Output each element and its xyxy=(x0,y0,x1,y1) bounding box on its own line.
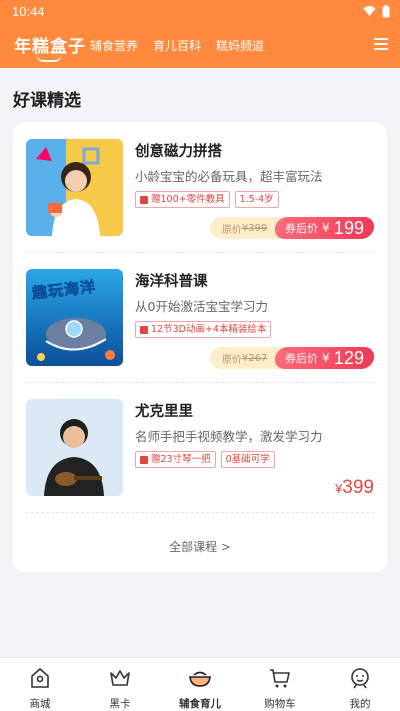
course-thumbnail xyxy=(26,399,123,496)
tab-mall[interactable]: 商城 xyxy=(0,658,80,711)
status-time: 10:44 xyxy=(12,4,45,19)
course-title: 海洋科普课 xyxy=(135,274,208,290)
course-title: 尤克里里 xyxy=(135,404,193,420)
course-description: 小龄宝宝的必备玩具，超丰富玩法 xyxy=(135,169,323,184)
tab-cart[interactable]: 购物车 xyxy=(240,658,320,711)
wifi-icon xyxy=(363,6,376,16)
tab-nutrition[interactable]: 辅食育儿 xyxy=(160,658,240,711)
course-item[interactable]: 创意磁力拼搭 小龄宝宝的必备玩具，超丰富玩法 赠100+零件教具 1.5-4岁 … xyxy=(13,122,387,252)
price-box[interactable]: 原价 ¥267 券后价 ¥ 129 xyxy=(209,347,376,369)
section-title: 好课精选 xyxy=(13,91,81,111)
gift-icon xyxy=(140,325,148,334)
crown-icon xyxy=(110,670,130,686)
gift-icon xyxy=(140,455,148,464)
top-nav: 辅食营养 育儿百科 糕妈频道 xyxy=(90,37,264,54)
app-logo[interactable]: 年糕盒子 xyxy=(14,32,86,62)
app-header: 年糕盒子 辅食营养 育儿百科 糕妈频道 xyxy=(0,24,400,68)
coupon-price: 券后价 ¥ 129 xyxy=(273,347,376,369)
course-tag: 赠23寸琴一把 xyxy=(135,451,216,468)
course-card: 创意磁力拼搭 小龄宝宝的必备玩具，超丰富玩法 赠100+零件教具 1.5-4岁 … xyxy=(13,122,387,572)
tab-profile[interactable]: 我的 xyxy=(320,658,400,711)
price-box[interactable]: 原价 ¥399 券后价 ¥ 199 xyxy=(209,217,376,239)
profile-icon xyxy=(351,668,369,689)
battery-icon xyxy=(382,5,390,18)
all-courses-link[interactable]: 全部课程 > xyxy=(13,538,387,555)
status-bar: 10:44 xyxy=(0,0,400,24)
course-description: 名师手把手视频教学，激发学习力 xyxy=(135,429,323,444)
cart-icon xyxy=(270,669,290,688)
course-price: ¥399 xyxy=(335,477,374,498)
home-icon xyxy=(31,668,49,688)
nav-item-parenting[interactable]: 育儿百科 xyxy=(153,37,201,54)
menu-icon[interactable] xyxy=(374,38,388,50)
course-thumbnail xyxy=(26,139,123,236)
coupon-price: 券后价 ¥ 199 xyxy=(273,217,376,239)
bottom-tab-bar: 商城 黑卡 辅食育儿 购物车 我的 xyxy=(0,657,400,711)
smile-logo-mark xyxy=(36,54,62,62)
course-thumbnail: 趣玩海洋 xyxy=(26,269,123,366)
course-tag: 12节3D动画+4本精装绘本 xyxy=(135,321,272,338)
course-tag: 赠100+零件教具 xyxy=(135,191,230,208)
course-title: 创意磁力拼搭 xyxy=(135,144,222,160)
course-item[interactable]: 趣玩海洋 海洋科普课 从0开始激活宝宝学习力 12节3D动画+4本精装绘本 原价… xyxy=(13,252,387,382)
course-tag: 0基础可学 xyxy=(220,451,275,468)
divider xyxy=(26,512,374,513)
course-item[interactable]: 尤克里里 名师手把手视频教学，激发学习力 赠23寸琴一把 0基础可学 ¥399 xyxy=(13,382,387,512)
nav-item-channel[interactable]: 糕妈频道 xyxy=(216,37,264,54)
course-description: 从0开始激活宝宝学习力 xyxy=(135,299,268,314)
course-tag: 1.5-4岁 xyxy=(234,191,279,208)
nav-item-nutrition[interactable]: 辅食营养 xyxy=(90,37,138,54)
gift-icon xyxy=(140,195,148,204)
bowl-icon xyxy=(189,671,211,687)
tab-blackcard[interactable]: 黑卡 xyxy=(80,658,160,711)
